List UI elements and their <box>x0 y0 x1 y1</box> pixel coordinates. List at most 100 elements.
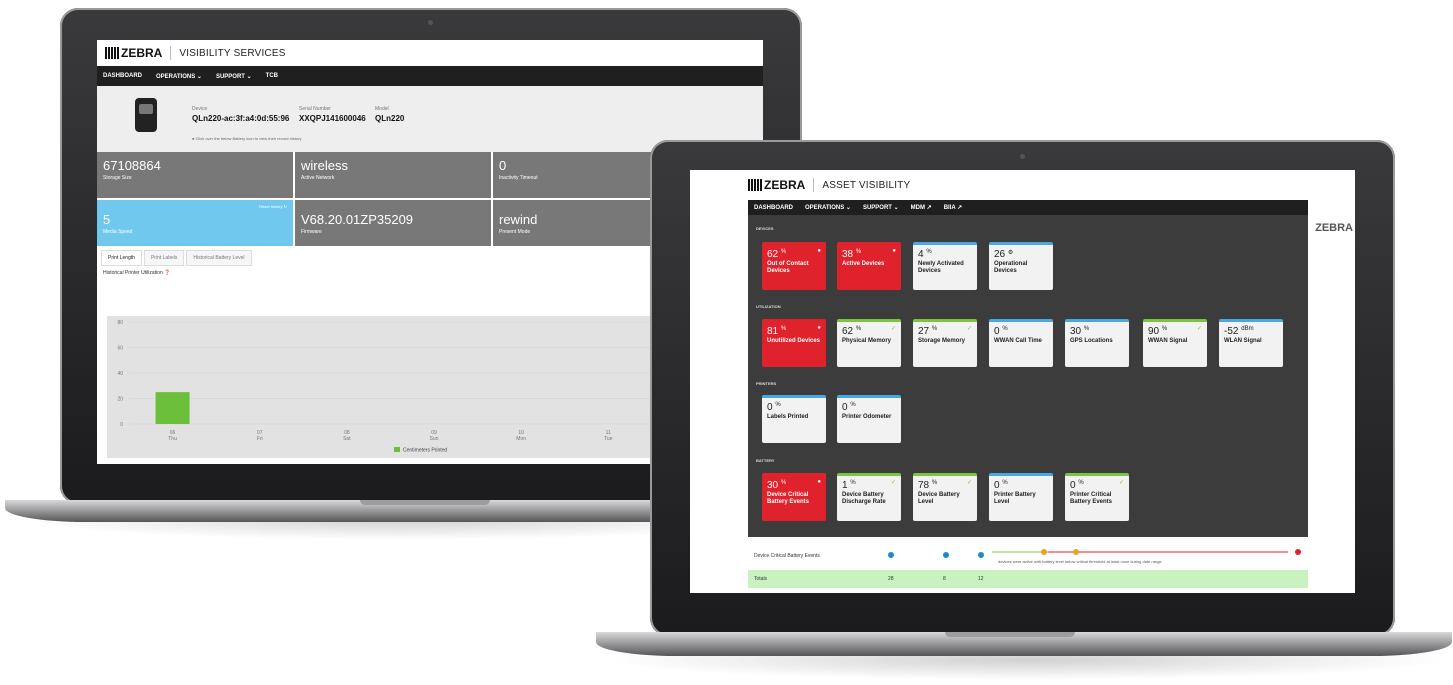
tile-media-speed[interactable]: Reset history ↻ 5 Media Speed <box>97 200 293 246</box>
card-labels-printed[interactable]: 0 % Labels Printed <box>762 395 826 443</box>
card-value: 0 <box>994 480 1000 491</box>
card-wwan-call-time[interactable]: 0 % WWAN Call Time <box>989 319 1053 367</box>
section-printers: PRINTERS <box>756 381 777 386</box>
card-unit: % <box>780 480 787 486</box>
card-gps-locations[interactable]: 30 % GPS Locations <box>1065 319 1129 367</box>
tile-storage-size[interactable]: 67108864 Storage Size <box>97 152 293 198</box>
card-value: 0 <box>842 402 848 413</box>
card-label: Newly Activated Devices <box>918 261 964 274</box>
tab-battery-level[interactable]: Historical Battery Level <box>186 250 252 266</box>
totals-label: Totals <box>754 576 768 582</box>
card-wlan-signal[interactable]: -52 dBm WLAN Signal <box>1219 319 1283 367</box>
card-label: Storage Memory <box>918 338 966 344</box>
card-value: 0 <box>1070 480 1076 491</box>
status-dot[interactable] <box>943 552 949 558</box>
help-icon[interactable]: ❓ <box>164 270 170 276</box>
card-unit: dBm <box>1241 326 1254 332</box>
status-dot[interactable] <box>888 552 894 558</box>
nav-dashboard[interactable]: DASHBOARD <box>754 205 793 211</box>
slider-handle-high <box>1073 549 1079 555</box>
tile-firmware[interactable]: V68.20.01ZP35209 Firmware <box>295 200 491 246</box>
nav-support[interactable]: SUPPORT ⌄ <box>863 204 899 211</box>
card-printer-critical-battery[interactable]: ✓ 0 % Printer Critical Battery Events <box>1065 473 1129 521</box>
alert-icon: ● <box>817 479 821 485</box>
status-dot[interactable] <box>978 552 984 558</box>
nav-support[interactable]: SUPPORT ⌄ <box>216 73 252 80</box>
tile-label: Firmware <box>301 229 322 235</box>
battery-threshold-slider[interactable] <box>988 547 1306 557</box>
card-unit: % <box>931 326 938 332</box>
card-storage-memory[interactable]: ✓ 27 % Storage Memory <box>913 319 977 367</box>
card-unutilized[interactable]: ● 81 % Unutilized Devices <box>762 319 826 367</box>
card-battery-level[interactable]: ✓ 78 % Device Battery Level <box>913 473 977 521</box>
card-operational-devices[interactable]: 26 ⚙ Operational Devices <box>989 242 1053 290</box>
tab-print-length[interactable]: Print Length <box>101 250 142 266</box>
x-tick-label: Mon <box>516 436 526 442</box>
bottom-note: devices were active with battery level b… <box>998 559 1162 564</box>
reset-history-link[interactable]: Reset history ↻ <box>259 204 287 209</box>
refresh-icon: ↻ <box>283 204 287 209</box>
totals-value-1: 28 <box>888 576 894 582</box>
nav-biia[interactable]: BIIA ↗ <box>944 204 962 211</box>
section-battery: BATTERY <box>756 458 775 463</box>
card-label: Active Devices <box>842 261 885 267</box>
zebra-head-icon <box>105 47 119 59</box>
x-tick-label: Sat <box>343 436 351 442</box>
zebra-head-icon <box>748 179 762 191</box>
card-unit: % <box>780 249 787 255</box>
brand-divider <box>170 46 172 60</box>
nav-support-label: SUPPORT <box>862 205 892 211</box>
card-battery-discharge-rate[interactable]: ✓ 1 % Device Battery Discharge Rate <box>837 473 901 521</box>
x-tick-label: Fri <box>257 436 263 442</box>
card-unit: % <box>1078 480 1084 486</box>
tile-value: V68.20.01ZP35209 <box>301 212 414 227</box>
card-value: -52 <box>1224 326 1239 337</box>
nav-mdm[interactable]: MDM ↗ <box>911 204 932 211</box>
totals-value-3: 12 <box>978 576 984 582</box>
legend-label: Centimeters Printed <box>403 448 447 454</box>
totals-row: Totals 28 8 12 <box>748 570 1308 588</box>
chevron-down-icon: ⌄ <box>196 73 202 80</box>
card-unit: % <box>926 249 932 255</box>
card-printer-battery-level[interactable]: 0 % Printer Battery Level <box>989 473 1053 521</box>
card-value: 62 <box>842 326 854 337</box>
external-link-icon: ↗ <box>926 205 932 211</box>
model-value: QLn220 <box>375 114 405 123</box>
nav-operations[interactable]: OPERATIONS ⌄ <box>156 73 202 80</box>
bar <box>155 392 190 424</box>
card-newly-activated[interactable]: 4 % Newly Activated Devices <box>913 242 977 290</box>
card-value: 0 <box>994 326 1000 337</box>
totals-value-2: 8 <box>943 576 946 582</box>
card-label: Printer Battery Level <box>994 492 1036 505</box>
card-value: 90 <box>1148 326 1160 337</box>
card-unit: % <box>931 480 938 486</box>
slider-handle-low <box>1041 549 1047 555</box>
x-tick-label: Sun <box>430 436 439 442</box>
card-wwan-signal[interactable]: ✓ 90 % WWAN Signal <box>1143 319 1207 367</box>
zebra-logo[interactable]: ZEBRA <box>105 46 162 60</box>
nav-dashboard[interactable]: DASHBOARD <box>103 73 142 79</box>
card-device-critical-battery[interactable]: ● 30 % Device Critical Battery Events <box>762 473 826 521</box>
check-icon: ✓ <box>890 326 896 332</box>
card-active-devices[interactable]: ● 38 % Active Devices <box>837 242 901 290</box>
card-printer-odometer[interactable]: 0 % Printer Odometer <box>837 395 901 443</box>
left-header: ZEBRA VISIBILITY SERVICES <box>97 40 763 66</box>
zebra-logo[interactable]: ZEBRA <box>748 178 805 192</box>
serial-value: XXQPJ141600046 <box>299 114 366 123</box>
card-label: Printer Odometer <box>842 414 892 420</box>
model-column: Model QLn220 <box>375 106 404 123</box>
nav-tcb[interactable]: TCB <box>266 73 278 79</box>
card-physical-memory[interactable]: ✓ 62 % Physical Memory <box>837 319 901 367</box>
card-value: 26 <box>994 249 1006 260</box>
tab-print-labels[interactable]: Print Labels <box>143 250 185 266</box>
tile-active-network[interactable]: wireless Active Network <box>295 152 491 198</box>
nav-operations[interactable]: OPERATIONS ⌄ <box>805 204 851 211</box>
card-unit: % <box>780 326 787 332</box>
card-label: Unutilized Devices <box>767 338 821 344</box>
card-label: GPS Locations <box>1070 338 1113 344</box>
card-out-of-contact[interactable]: ● 62 % Out of Contact Devices <box>762 242 826 290</box>
left-laptop-notch <box>360 500 490 505</box>
card-label: Device Critical Battery Events <box>767 492 810 505</box>
check-icon: ✓ <box>1118 480 1124 486</box>
tile-label: Active Network <box>301 175 335 181</box>
